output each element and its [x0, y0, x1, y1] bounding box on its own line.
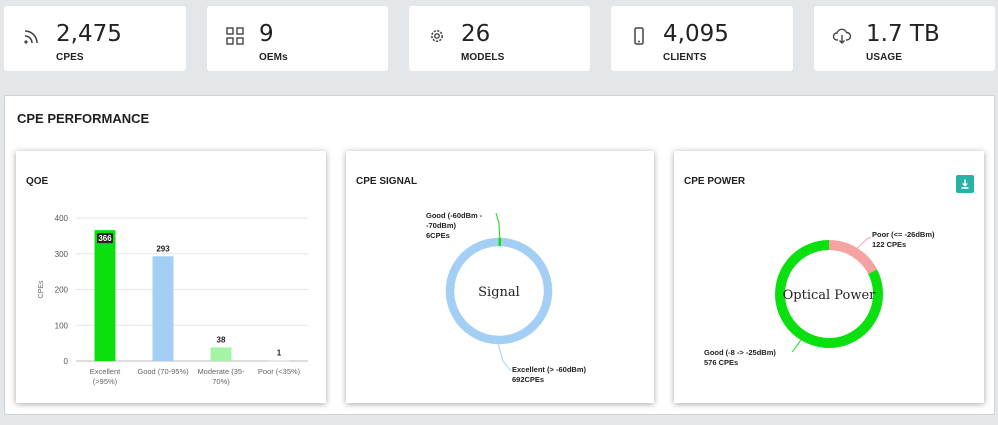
slice-label: Excellent (> -60dBm) [512, 365, 586, 374]
stat-value: 2,475 [56, 21, 122, 47]
slice-label: Poor (<= -26dBm) [872, 230, 935, 239]
rss-icon [24, 30, 38, 44]
center-label: Optical Power [783, 288, 877, 303]
x-tick-label: Excellent [90, 367, 121, 376]
stat-card-clients[interactable]: 4,095 CLIENTS [611, 6, 793, 71]
y-tick-label: 0 [64, 357, 69, 366]
bar [152, 256, 174, 361]
leader-line [497, 344, 512, 372]
bar-value-label: 366 [98, 234, 112, 243]
grid-icon [226, 27, 244, 45]
x-tick-label: Poor (<35%) [258, 367, 301, 376]
bar [94, 230, 116, 361]
cloud-download-icon [832, 28, 852, 44]
stat-card-usage[interactable]: 1.7 TB USAGE [814, 6, 995, 71]
slice-label: 692CPEs [512, 375, 544, 384]
x-tick-label: (>95%) [93, 377, 118, 386]
slice-label: 576 CPEs [704, 358, 738, 367]
stat-label: OEMs [259, 52, 288, 63]
qoe-bar-chart: 0 100 200 300 400 CPEs 366 Excellent(>95%) 293 Go… [38, 214, 308, 386]
phone-icon [634, 27, 644, 45]
qoe-card: QOE 0 100 200 300 400 CPEs 366 Excellent (>95%) 2… [16, 151, 326, 403]
bar-value-label: 293 [156, 244, 170, 253]
stat-value: 4,095 [663, 21, 729, 47]
gear-icon [431, 30, 443, 42]
bar-value-label: 1 [277, 349, 282, 358]
x-tick-label: Moderate (35- [197, 367, 245, 376]
bar [268, 360, 290, 362]
bar [210, 347, 232, 361]
bar-value-label: 38 [217, 335, 226, 344]
leader-line [856, 236, 872, 249]
stat-value: 26 [461, 21, 491, 47]
power-card: CPE POWER Optical Power Poor (<= -26dBm) 1… [674, 151, 984, 403]
stat-label: CLIENTS [663, 52, 707, 63]
cpe-performance-panel: CPE PERFORMANCE QOE 0 100 200 300 400 CPEs 366… [4, 95, 995, 415]
stat-card-models[interactable]: 26 MODELS [409, 6, 590, 71]
y-tick-label: 200 [55, 286, 69, 295]
stat-value: 1.7 TB [866, 21, 940, 47]
stat-value: 9 [259, 21, 274, 47]
y-tick-label: 400 [55, 214, 69, 223]
donut-slice [828, 240, 878, 275]
power-donut-chart: Optical Power Poor (<= -26dBm)122 CPEs Goo… [704, 230, 935, 367]
y-tick-label: 300 [55, 250, 69, 259]
stat-label: CPES [56, 52, 84, 63]
stat-label: MODELS [461, 52, 505, 63]
panel-title: CPE PERFORMANCE [17, 111, 150, 126]
slice-label: Good (-8 -> -25dBm) [704, 348, 776, 357]
signal-donut-chart: Signal Good (-60dBm --70dBm)6CPEs Excellen… [426, 211, 586, 384]
center-label: Signal [478, 285, 520, 300]
slice-label: Good (-60dBm - [426, 211, 483, 220]
slice-label: 6CPEs [426, 231, 450, 240]
y-axis-label: CPEs [38, 280, 45, 298]
slice-label: 122 CPEs [872, 240, 906, 249]
leader-line [791, 339, 802, 353]
stat-label: USAGE [866, 52, 903, 63]
x-tick-label: Good (70-95%) [137, 367, 189, 376]
y-tick-label: 100 [55, 321, 69, 330]
stat-card-cpes[interactable]: 2,475 CPES [4, 6, 186, 71]
slice-label: -70dBm) [426, 221, 457, 230]
stat-card-oems[interactable]: 9 OEMs [207, 6, 388, 71]
leader-line [495, 212, 501, 238]
x-tick-label: 70%) [212, 377, 230, 386]
signal-card: CPE SIGNAL Signal Good (-60dBm - -70dBm) 6C… [346, 151, 654, 403]
